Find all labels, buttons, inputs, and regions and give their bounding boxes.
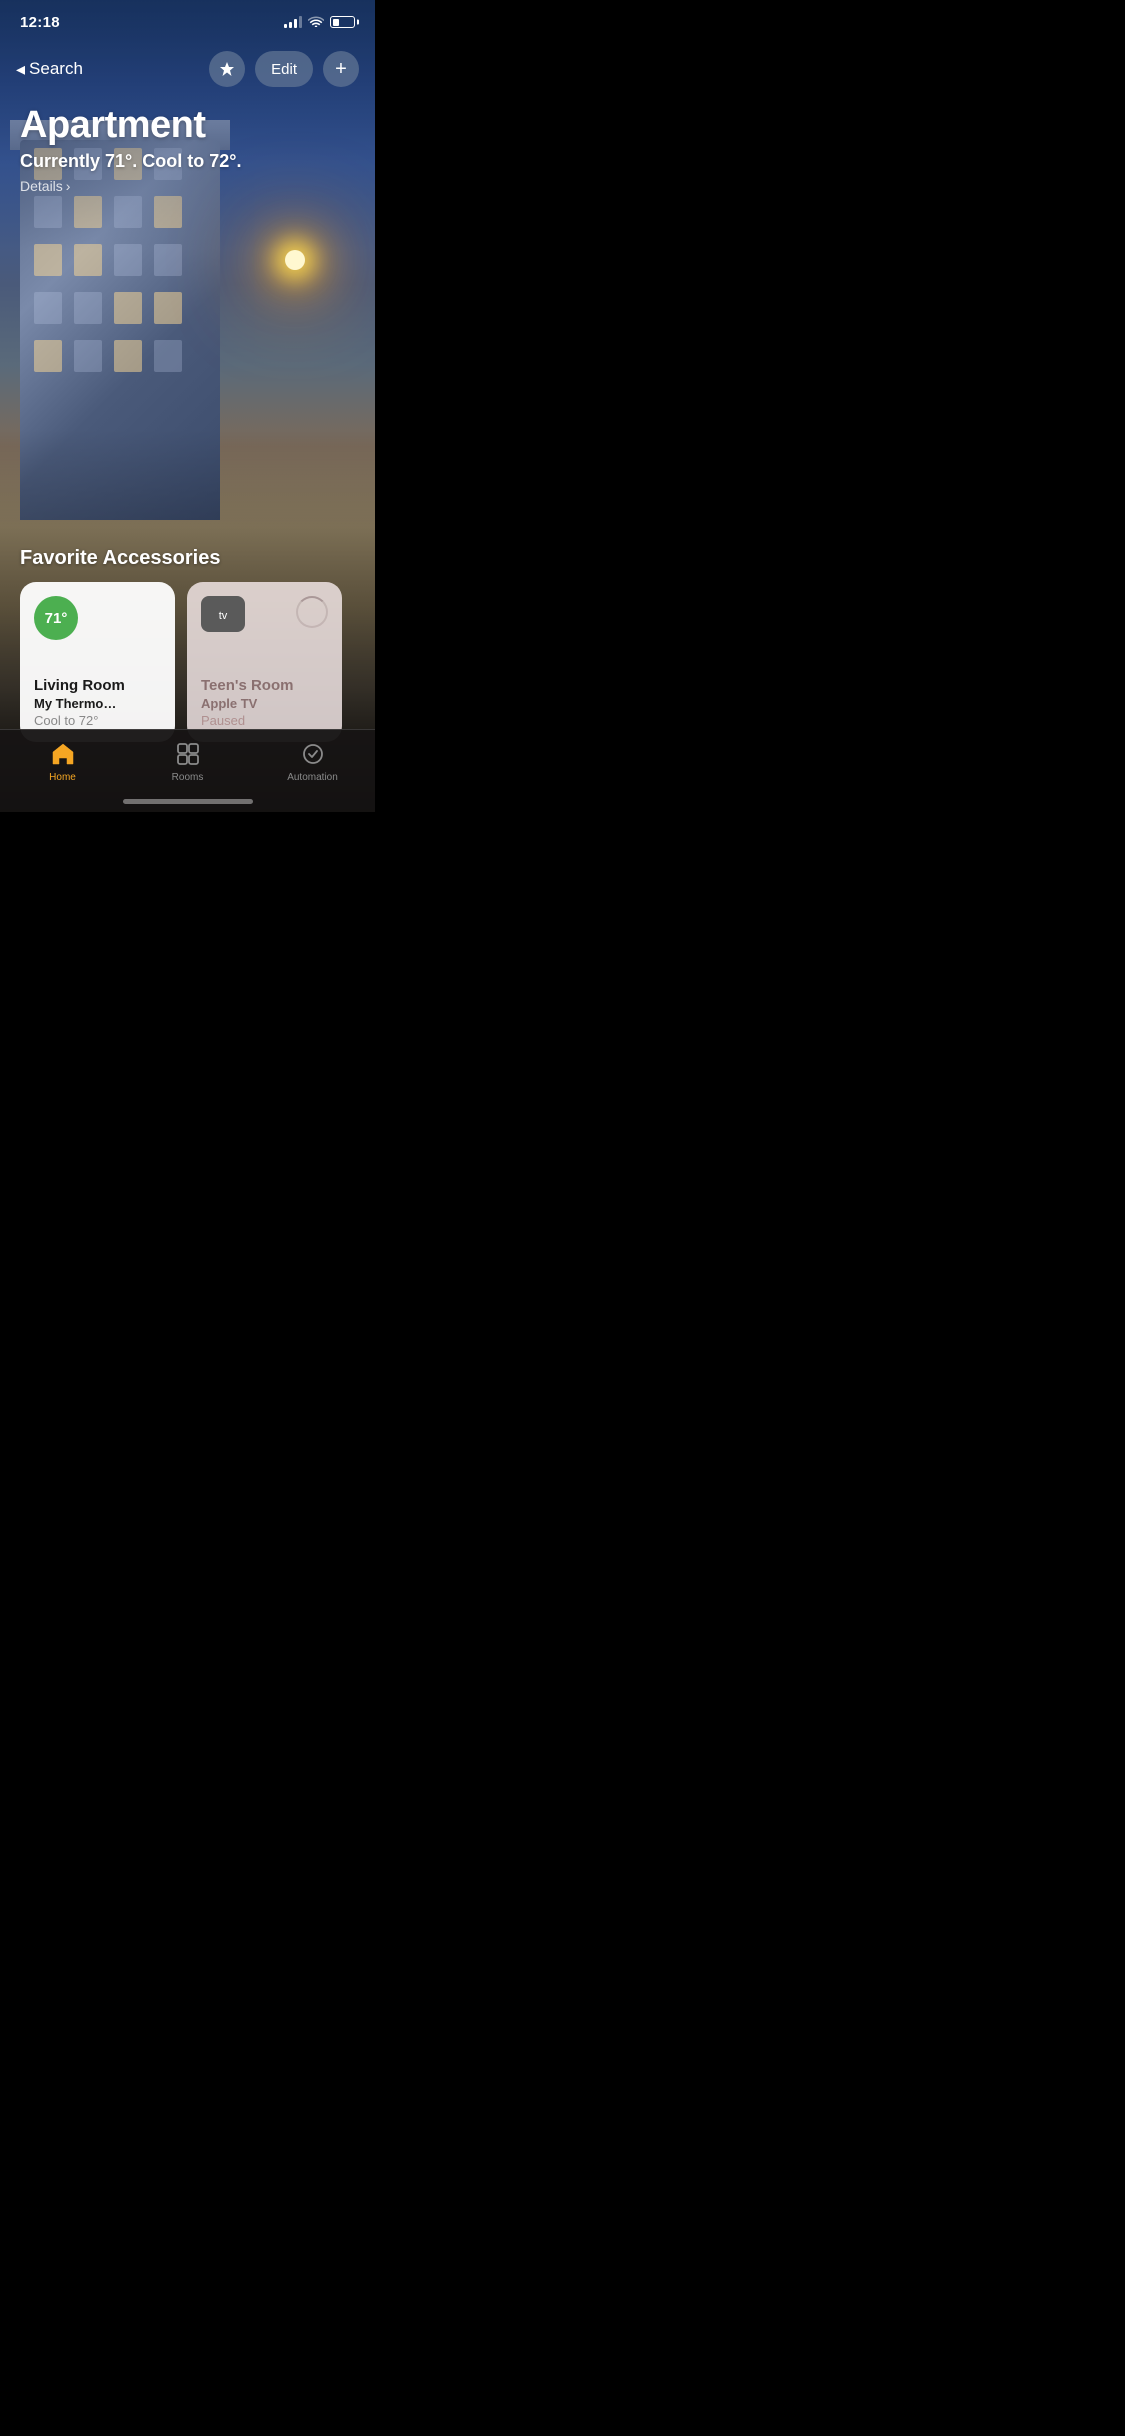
location-icon <box>219 61 235 77</box>
tab-home-label: Home <box>49 772 76 783</box>
temperature-value: 71° <box>45 610 68 627</box>
home-info: Apartment Currently 71°. Cool to 72°. De… <box>20 104 241 194</box>
card-device-name: My Thermo… <box>34 696 161 711</box>
details-chevron-icon: › <box>66 178 71 194</box>
card-top: 71° <box>34 596 161 640</box>
card-status: Cool to 72° <box>34 713 161 728</box>
favorites-title: Favorite Accessories <box>20 547 375 570</box>
back-button[interactable]: ◂ Search <box>16 59 83 80</box>
battery-icon <box>330 16 355 28</box>
rooms-tab-icon <box>174 740 202 768</box>
thermostat-card[interactable]: 71° Living Room My Thermo… Cool to 72° <box>20 582 175 742</box>
status-bar: 12:18 <box>0 0 375 44</box>
add-button[interactable]: + <box>323 51 359 87</box>
details-label: Details <box>20 178 63 194</box>
card-bottom: Teen's Room Apple TV Paused <box>201 676 328 729</box>
wifi-icon <box>308 14 324 30</box>
edit-label: Edit <box>271 61 297 78</box>
tab-automation[interactable]: Automation <box>250 740 375 783</box>
details-link[interactable]: Details › <box>20 178 241 194</box>
card-top: tv <box>201 596 328 632</box>
card-status: Paused <box>201 713 328 728</box>
add-icon: + <box>335 58 347 81</box>
home-subtitle: Currently 71°. Cool to 72°. <box>20 151 241 172</box>
appletv-icon: tv <box>201 596 245 632</box>
tab-rooms-label: Rooms <box>172 772 204 783</box>
appletv-card[interactable]: tv Teen's Room Apple TV Paused <box>187 582 342 742</box>
loading-spinner-icon <box>296 596 328 628</box>
status-time: 12:18 <box>20 14 60 31</box>
favorites-section: Favorite Accessories 71° Living Room My … <box>0 547 375 742</box>
home-indicator <box>123 799 253 804</box>
accessories-row: 71° Living Room My Thermo… Cool to 72° t… <box>0 582 375 742</box>
tab-home[interactable]: Home <box>0 740 125 783</box>
tab-automation-label: Automation <box>287 772 338 783</box>
card-room-name: Living Room <box>34 676 161 696</box>
home-tab-icon <box>49 740 77 768</box>
card-device-name: Apple TV <box>201 696 328 711</box>
temperature-badge: 71° <box>34 596 78 640</box>
nav-actions: Edit + <box>209 51 359 87</box>
chevron-left-icon: ◂ <box>16 59 25 80</box>
signal-strength-icon <box>284 16 302 28</box>
card-bottom: Living Room My Thermo… Cool to 72° <box>34 676 161 729</box>
home-title: Apartment <box>20 104 241 147</box>
tab-rooms[interactable]: Rooms <box>125 740 250 783</box>
location-button[interactable] <box>209 51 245 87</box>
automation-tab-icon <box>299 740 327 768</box>
svg-text:tv: tv <box>219 610 228 622</box>
navigation-bar: ◂ Search Edit + <box>0 44 375 94</box>
apple-tv-logo: tv <box>211 604 235 624</box>
back-label: Search <box>29 59 83 79</box>
edit-button[interactable]: Edit <box>255 51 313 87</box>
card-room-name: Teen's Room <box>201 676 328 696</box>
status-icons <box>284 14 355 30</box>
